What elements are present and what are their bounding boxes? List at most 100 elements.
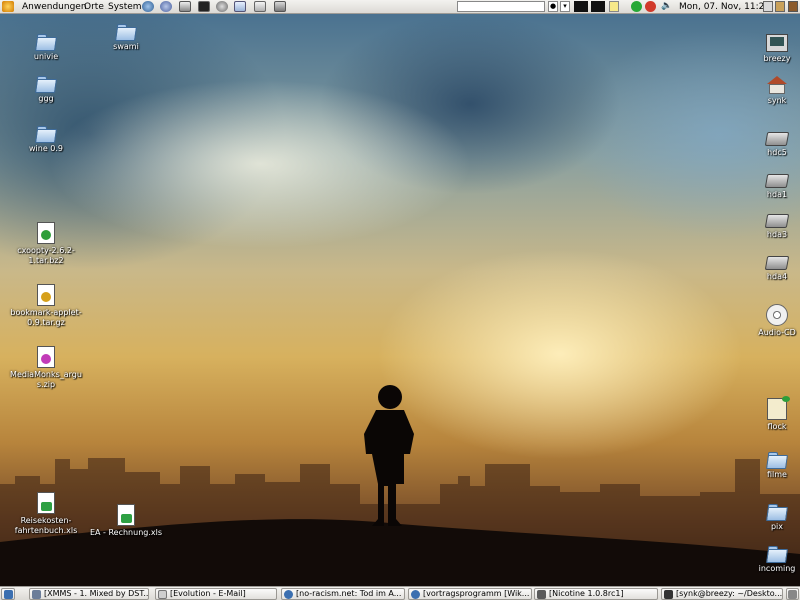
desktop-icon-univie[interactable]: univie	[8, 34, 84, 62]
trash-icon	[788, 590, 797, 599]
home-icon[interactable]	[775, 1, 785, 12]
document-launcher-icon[interactable]	[254, 1, 266, 12]
cd-icon	[766, 304, 788, 326]
folder-icon	[36, 126, 56, 142]
desktop-icon-label: incoming	[758, 564, 796, 573]
desktop-icon-hda1[interactable]: hda1	[739, 174, 800, 200]
desktop-icon-pix[interactable]: pix	[739, 504, 800, 532]
logout-icon[interactable]	[788, 1, 798, 12]
script-icon	[767, 396, 790, 420]
desktop-icon-label: pix	[770, 522, 784, 531]
desktop-icon-label: univie	[33, 52, 59, 61]
desktop-icon-label: synk	[767, 96, 787, 105]
spreadsheet-icon	[117, 504, 135, 526]
home-folder-icon	[766, 76, 788, 94]
dropdown-arrow-icon[interactable]: ▾	[560, 1, 570, 12]
desktop-icon-label: hda1	[766, 190, 788, 199]
taskbar-item-xmms[interactable]: [XMMS - 1. Mixed by DST...	[29, 588, 149, 600]
taskbar-label: [Nicotine 1.0.8rc1]	[549, 589, 624, 598]
desktop-icon-incoming[interactable]: incoming	[739, 546, 800, 574]
browser-icon	[411, 590, 420, 599]
desktop-icon-label: hda4	[766, 272, 788, 281]
desktop-icon-label: EA - Rechnung.xls	[89, 528, 163, 537]
folder-icon	[767, 546, 787, 562]
hard-drive-icon	[764, 256, 790, 270]
menu-places[interactable]: Orte	[84, 1, 104, 13]
email-launcher-icon[interactable]	[160, 1, 172, 12]
search-launcher-icon[interactable]	[216, 1, 228, 12]
taskbar-item-evolution[interactable]: [Evolution - E-Mail]	[155, 588, 277, 600]
desktop-icon-label: swami	[113, 42, 139, 51]
terminal-launcher-icon[interactable]	[198, 1, 210, 12]
desktop-icon-swami[interactable]: swami	[88, 24, 164, 52]
menu-system[interactable]: System	[108, 1, 142, 13]
desktop-icon-label: ggg	[38, 94, 54, 103]
top-panel: Anwendungen Orte System ● ▾ 🔈 Mon, 07. N…	[0, 0, 800, 14]
chat-launcher-icon[interactable]	[234, 1, 246, 12]
hard-drive-icon	[764, 132, 790, 146]
update-ok-icon[interactable]	[631, 1, 642, 12]
dropdown-dot-icon[interactable]: ●	[548, 1, 558, 12]
notes-applet-icon[interactable]	[609, 1, 619, 12]
command-entry[interactable]	[457, 1, 545, 12]
desktop-icon-synk[interactable]: synk	[739, 76, 800, 106]
disk-launcher-icon[interactable]	[179, 1, 191, 12]
lock-screen-icon[interactable]	[763, 1, 773, 12]
desktop-icon-label: flock	[767, 422, 787, 431]
taskbar-item-vortragsprogramm[interactable]: [vortragsprogramm [Wik...	[408, 588, 532, 600]
taskbar-label: [XMMS - 1. Mixed by DST...	[44, 589, 149, 598]
desktop-icon-breezy[interactable]: breezy	[739, 34, 800, 64]
spreadsheet-icon	[37, 492, 55, 514]
taskbar-label: [vortragsprogramm [Wik...	[423, 589, 530, 598]
desktop-icon-flock[interactable]: flock	[739, 396, 800, 432]
desktop-wallpaper	[0, 14, 800, 586]
desktop-icon-label: cxoopty-2.6.2-1.tar.bz2	[17, 246, 75, 265]
desktop-icon-filme[interactable]: filme	[739, 452, 800, 480]
trash-launcher-icon[interactable]	[274, 1, 286, 12]
cpu-applet-icon[interactable]	[591, 1, 605, 12]
taskbar-label: [no-racism.net: Tod im A...	[296, 589, 402, 598]
desktop-icon-ggg[interactable]: ggg	[8, 76, 84, 104]
volume-icon[interactable]: 🔈	[661, 1, 673, 12]
desktop-icon-label: breezy	[763, 54, 791, 63]
monitor-applet-icon[interactable]	[574, 1, 588, 12]
gnome-foot-icon	[2, 1, 14, 12]
show-desktop-icon	[4, 590, 13, 599]
terminal-icon	[664, 590, 673, 599]
folder-icon	[116, 24, 136, 40]
desktop-icon-ea-rechnung[interactable]: EA - Rechnung.xls	[88, 504, 164, 538]
desktop-icon-hda4[interactable]: hda4	[739, 256, 800, 282]
desktop-icon-bookmark-applet[interactable]: bookmark-applet-0.9.tar.gz	[8, 284, 84, 328]
trash-applet-button[interactable]	[786, 588, 799, 600]
archive-icon	[37, 284, 55, 306]
browser-icon	[284, 590, 293, 599]
desktop-icon-audio-cd[interactable]: Audio-CD	[739, 304, 800, 338]
folder-icon	[36, 34, 56, 50]
folder-icon	[767, 452, 787, 468]
desktop-icon-label: MediaMonks_argus.zip	[10, 370, 82, 389]
clock[interactable]: Mon, 07. Nov, 11:28	[679, 1, 770, 13]
desktop-icon-wine[interactable]: wine 0.9	[8, 126, 84, 154]
alert-icon[interactable]	[645, 1, 656, 12]
taskbar-item-terminal[interactable]: [synk@breezy: ~/Deskto...	[661, 588, 783, 600]
desktop-icon-reisekosten[interactable]: Reisekosten-fahrtenbuch.xls	[8, 492, 84, 536]
desktop-icon-label: bookmark-applet-0.9.tar.gz	[10, 308, 82, 327]
archive-icon	[37, 346, 55, 368]
hard-drive-icon	[764, 174, 790, 188]
desktop-icon-label: Reisekosten-fahrtenbuch.xls	[14, 516, 78, 535]
browser-launcher-icon[interactable]	[142, 1, 154, 12]
menu-applications[interactable]: Anwendungen	[22, 1, 87, 13]
desktop-icon-hda3[interactable]: hda3	[739, 214, 800, 240]
taskbar-item-no-racism[interactable]: [no-racism.net: Tod im A...	[281, 588, 405, 600]
desktop-icon-hdc5[interactable]: hdc5	[739, 132, 800, 158]
nicotine-icon	[537, 590, 546, 599]
desktop-icon-label: wine 0.9	[28, 144, 64, 153]
show-desktop-button[interactable]	[1, 588, 15, 600]
wallpaper-silhouette	[0, 385, 800, 586]
desktop-icon-label: Audio-CD	[758, 328, 796, 337]
taskbar-item-nicotine[interactable]: [Nicotine 1.0.8rc1]	[534, 588, 658, 600]
desktop-icon-mediamonks[interactable]: MediaMonks_argus.zip	[8, 346, 84, 390]
computer-icon	[766, 34, 788, 52]
hard-drive-icon	[764, 214, 790, 228]
desktop-icon-cxoopty[interactable]: cxoopty-2.6.2-1.tar.bz2	[8, 222, 84, 266]
